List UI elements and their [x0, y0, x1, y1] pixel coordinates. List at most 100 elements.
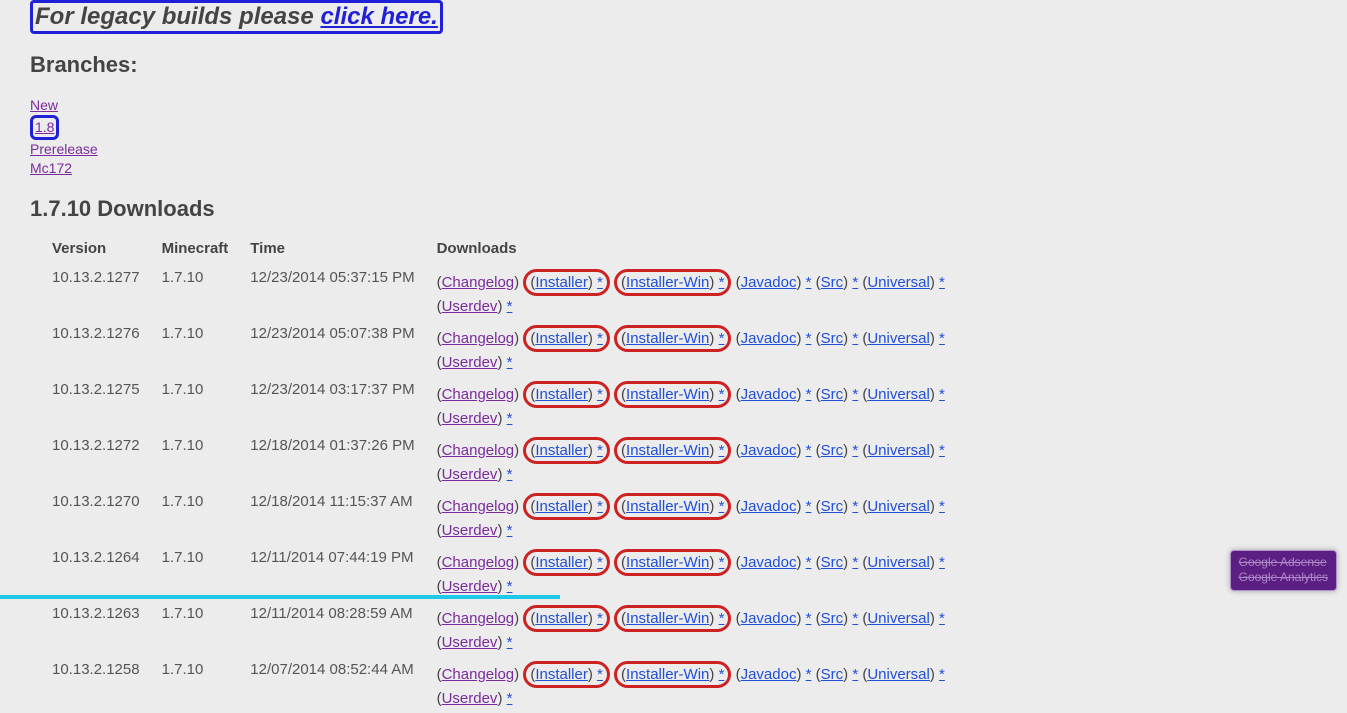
javadoc-link[interactable]: Javadoc: [741, 498, 797, 515]
changelog-link[interactable]: Changelog: [442, 666, 515, 683]
javadoc-link[interactable]: Javadoc: [741, 274, 797, 291]
userdev-star[interactable]: *: [507, 354, 513, 371]
installer-win-star[interactable]: *: [719, 442, 725, 459]
installer-win-link[interactable]: Installer-Win: [626, 386, 709, 403]
universal-link[interactable]: Universal: [867, 554, 930, 571]
changelog-link[interactable]: Changelog: [442, 442, 515, 459]
universal-link[interactable]: Universal: [867, 666, 930, 683]
javadoc-link[interactable]: Javadoc: [741, 554, 797, 571]
cell-time: 12/18/2014 11:15:37 AM: [246, 489, 432, 545]
installer-star[interactable]: *: [597, 610, 603, 627]
installer-link[interactable]: Installer: [535, 610, 588, 627]
installer-win-link[interactable]: Installer-Win: [626, 330, 709, 347]
userdev-link[interactable]: Userdev: [442, 466, 498, 483]
installer-link[interactable]: Installer: [535, 442, 588, 459]
userdev-star[interactable]: *: [507, 522, 513, 539]
javadoc-link[interactable]: Javadoc: [741, 386, 797, 403]
universal-star[interactable]: *: [939, 386, 945, 403]
userdev-link[interactable]: Userdev: [442, 298, 498, 315]
branch-mc172[interactable]: Mc172: [30, 160, 72, 176]
installer-star[interactable]: *: [597, 274, 603, 291]
userdev-star[interactable]: *: [507, 690, 513, 707]
userdev-link[interactable]: Userdev: [442, 522, 498, 539]
javadoc-link[interactable]: Javadoc: [741, 610, 797, 627]
installer-link[interactable]: Installer: [535, 554, 588, 571]
changelog-link[interactable]: Changelog: [442, 274, 515, 291]
installer-win-star[interactable]: *: [719, 274, 725, 291]
installer-win-star[interactable]: *: [719, 554, 725, 571]
legacy-click-here-link[interactable]: click here.: [320, 3, 437, 30]
src-link[interactable]: Src: [821, 554, 844, 571]
universal-star[interactable]: *: [939, 442, 945, 459]
cell-downloads: (Changelog) (Installer) * (Installer-Win…: [433, 433, 963, 489]
installer-win-link[interactable]: Installer-Win: [626, 274, 709, 291]
installer-star[interactable]: *: [597, 442, 603, 459]
col-time: Time: [246, 236, 432, 265]
userdev-star[interactable]: *: [507, 578, 513, 595]
universal-star[interactable]: *: [939, 498, 945, 515]
javadoc-link[interactable]: Javadoc: [741, 330, 797, 347]
src-link[interactable]: Src: [821, 498, 844, 515]
installer-win-link[interactable]: Installer-Win: [626, 498, 709, 515]
userdev-link[interactable]: Userdev: [442, 578, 498, 595]
changelog-link[interactable]: Changelog: [442, 386, 515, 403]
ghostery-badge[interactable]: Google Adsense Google Analytics: [1230, 550, 1337, 591]
installer-win-link[interactable]: Installer-Win: [626, 666, 709, 683]
installer-win-star[interactable]: *: [719, 610, 725, 627]
installer-link[interactable]: Installer: [535, 666, 588, 683]
installer-win-link[interactable]: Installer-Win: [626, 610, 709, 627]
installer-link[interactable]: Installer: [535, 274, 588, 291]
installer-star[interactable]: *: [597, 666, 603, 683]
src-link[interactable]: Src: [821, 610, 844, 627]
installer-win-link[interactable]: Installer-Win: [626, 554, 709, 571]
installer-star[interactable]: *: [597, 386, 603, 403]
cell-minecraft: 1.7.10: [158, 377, 247, 433]
userdev-star[interactable]: *: [507, 634, 513, 651]
branch-prerelease[interactable]: Prerelease: [30, 141, 98, 157]
universal-star[interactable]: *: [939, 666, 945, 683]
universal-star[interactable]: *: [939, 554, 945, 571]
userdev-star[interactable]: *: [507, 298, 513, 315]
src-link[interactable]: Src: [821, 386, 844, 403]
installer-win-star[interactable]: *: [719, 666, 725, 683]
userdev-link[interactable]: Userdev: [442, 690, 498, 707]
src-link[interactable]: Src: [821, 330, 844, 347]
changelog-link[interactable]: Changelog: [442, 498, 515, 515]
universal-link[interactable]: Universal: [867, 610, 930, 627]
changelog-link[interactable]: Changelog: [442, 610, 515, 627]
branch-new[interactable]: New: [30, 97, 58, 113]
col-minecraft: Minecraft: [158, 236, 247, 265]
installer-link[interactable]: Installer: [535, 330, 588, 347]
universal-star[interactable]: *: [939, 330, 945, 347]
javadoc-link[interactable]: Javadoc: [741, 666, 797, 683]
installer-link[interactable]: Installer: [535, 498, 588, 515]
universal-star[interactable]: *: [939, 610, 945, 627]
changelog-link[interactable]: Changelog: [442, 330, 515, 347]
src-link[interactable]: Src: [821, 442, 844, 459]
installer-win-link[interactable]: Installer-Win: [626, 442, 709, 459]
userdev-star[interactable]: *: [507, 466, 513, 483]
userdev-link[interactable]: Userdev: [442, 354, 498, 371]
userdev-link[interactable]: Userdev: [442, 634, 498, 651]
cell-minecraft: 1.7.10: [158, 657, 247, 713]
installer-link[interactable]: Installer: [535, 386, 588, 403]
installer-star[interactable]: *: [597, 498, 603, 515]
src-link[interactable]: Src: [821, 274, 844, 291]
userdev-star[interactable]: *: [507, 410, 513, 427]
universal-star[interactable]: *: [939, 274, 945, 291]
userdev-link[interactable]: Userdev: [442, 410, 498, 427]
universal-link[interactable]: Universal: [867, 274, 930, 291]
universal-link[interactable]: Universal: [867, 386, 930, 403]
installer-win-star[interactable]: *: [719, 330, 725, 347]
universal-link[interactable]: Universal: [867, 330, 930, 347]
installer-star[interactable]: *: [597, 330, 603, 347]
universal-link[interactable]: Universal: [867, 498, 930, 515]
javadoc-link[interactable]: Javadoc: [741, 442, 797, 459]
installer-win-star[interactable]: *: [719, 386, 725, 403]
universal-link[interactable]: Universal: [867, 442, 930, 459]
src-link[interactable]: Src: [821, 666, 844, 683]
installer-star[interactable]: *: [597, 554, 603, 571]
branch-1-8[interactable]: 1.8: [35, 119, 54, 135]
changelog-link[interactable]: Changelog: [442, 554, 515, 571]
installer-win-star[interactable]: *: [719, 498, 725, 515]
